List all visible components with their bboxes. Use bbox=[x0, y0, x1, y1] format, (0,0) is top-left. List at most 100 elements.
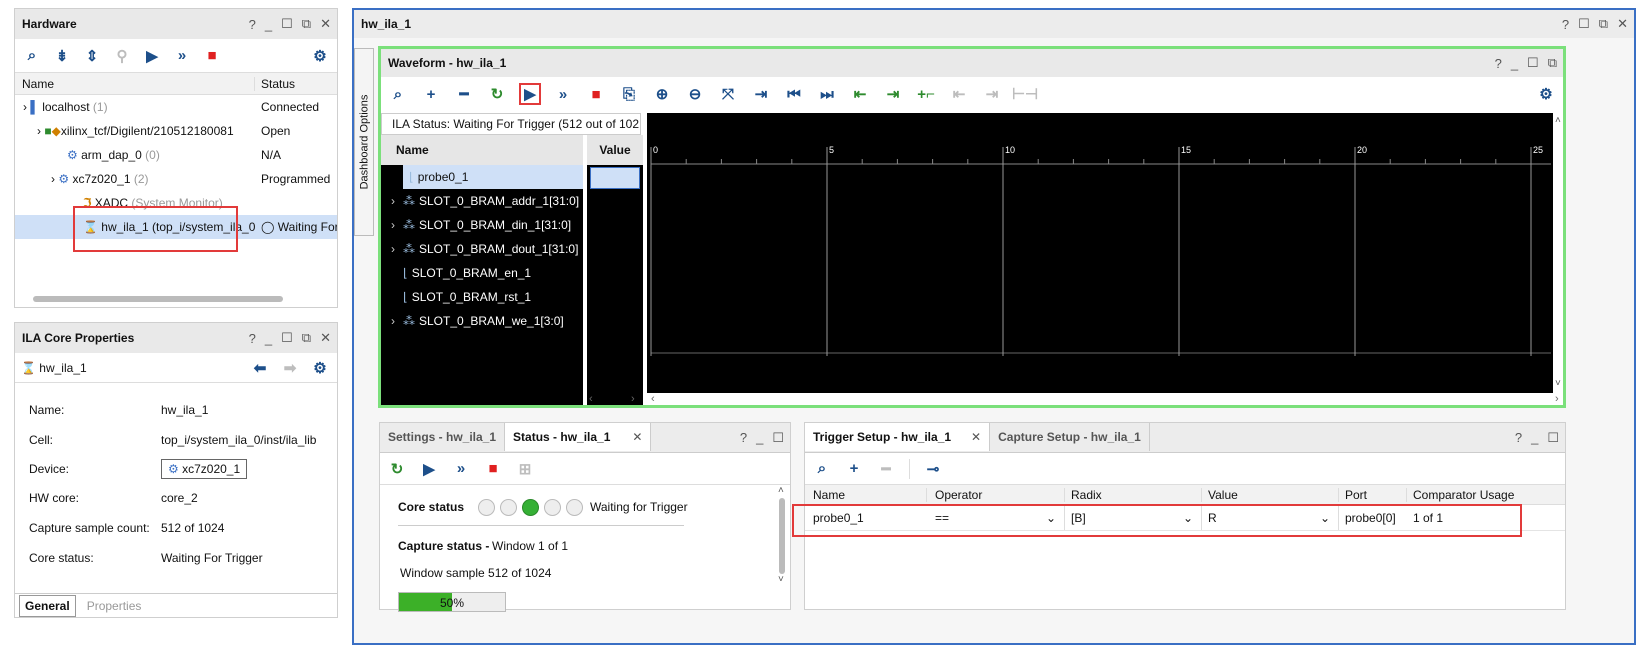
tab-trigger-setup[interactable]: Trigger Setup - hw_ila_1 ✕ bbox=[805, 423, 991, 451]
zoom-out-icon[interactable]: ⊖ bbox=[686, 85, 704, 103]
waveform-canvas[interactable]: 0 5 10 15 20 25 bbox=[647, 113, 1553, 393]
close-tab-icon[interactable]: ✕ bbox=[971, 430, 981, 444]
previous-transition-icon[interactable]: ⇤ bbox=[851, 85, 869, 103]
run-immediate-icon[interactable]: » bbox=[554, 85, 572, 103]
trigger-at-startup-icon[interactable]: ⊞ bbox=[516, 460, 534, 478]
signal-row[interactable]: › ⁂ SLOT_0_BRAM_we_1[3:0] bbox=[381, 309, 583, 333]
minimize-icon[interactable]: _ bbox=[1511, 56, 1518, 71]
stop-icon[interactable]: ■ bbox=[587, 85, 605, 103]
remove-probe-icon[interactable]: ━ bbox=[877, 460, 895, 478]
tab-status[interactable]: Status - hw_ila_1 ✕ bbox=[505, 423, 652, 451]
trigger-condition-icon[interactable]: ⊸ bbox=[924, 460, 942, 478]
gear-icon[interactable]: ⚙ bbox=[311, 47, 329, 65]
tick-label: 5 bbox=[829, 145, 834, 155]
maximize-icon[interactable]: ☐ bbox=[772, 430, 784, 446]
stop-icon[interactable]: ■ bbox=[203, 47, 221, 65]
add-icon[interactable]: + bbox=[422, 85, 440, 103]
help-icon[interactable]: ? bbox=[1562, 17, 1569, 32]
capture-progress: 50% bbox=[398, 592, 506, 612]
run-trigger-icon[interactable]: ▶ bbox=[519, 83, 541, 105]
expand-all-icon[interactable]: ⇕ bbox=[83, 47, 101, 65]
close-icon[interactable]: ✕ bbox=[320, 16, 331, 32]
goto-end-icon[interactable]: ⏭ bbox=[818, 85, 836, 103]
goto-start-icon[interactable]: ⏮ bbox=[785, 85, 803, 103]
float-icon[interactable]: ⧉ bbox=[302, 16, 311, 32]
next-transition-icon[interactable]: ⇥ bbox=[884, 85, 902, 103]
prop-sample-row: Capture sample count: 512 of 1024 bbox=[29, 521, 225, 535]
search-icon[interactable]: ⌕ bbox=[813, 460, 831, 478]
minimize-icon[interactable]: _ bbox=[265, 331, 272, 346]
v-scrollbar[interactable]: ˄ ˅ bbox=[1555, 113, 1565, 393]
collapse-all-icon[interactable]: ⇟ bbox=[53, 47, 71, 65]
signal-row[interactable]: › ⁂ SLOT_0_BRAM_dout_1[31:0] bbox=[381, 237, 583, 261]
minimize-icon[interactable]: _ bbox=[1531, 430, 1538, 445]
h-scrollbar[interactable] bbox=[25, 295, 325, 303]
minimize-icon[interactable]: _ bbox=[265, 17, 272, 32]
run-immediate-icon[interactable]: » bbox=[452, 460, 470, 478]
float-icon[interactable]: ⧉ bbox=[1548, 55, 1557, 71]
stop-icon[interactable]: ■ bbox=[484, 460, 502, 478]
tab-settings[interactable]: Settings - hw_ila_1 bbox=[380, 423, 506, 451]
auto-retrigger-icon[interactable]: ↻ bbox=[488, 85, 506, 103]
signal-row[interactable]: ⌊ SLOT_0_BRAM_en_1 bbox=[381, 261, 583, 285]
export-icon[interactable]: ⎘ bbox=[620, 85, 638, 103]
signal-row[interactable]: › ⁂ SLOT_0_BRAM_din_1[31:0] bbox=[381, 213, 583, 237]
tree-row-arm-dap[interactable]: ⚙ arm_dap_0 (0) N/A bbox=[15, 143, 337, 167]
signal-row[interactable]: ⌊ SLOT_0_BRAM_rst_1 bbox=[381, 285, 583, 309]
search-icon[interactable]: ⌕ bbox=[389, 85, 407, 103]
tab-properties[interactable]: Properties bbox=[82, 596, 147, 616]
search-icon[interactable]: ⌕ bbox=[23, 47, 41, 65]
goto-cursor-icon[interactable]: ⇥ bbox=[752, 85, 770, 103]
gear-icon[interactable]: ⚙ bbox=[1537, 85, 1555, 103]
maximize-icon[interactable]: ☐ bbox=[1547, 430, 1559, 446]
bus-icon: ⁂ bbox=[403, 314, 415, 328]
gear-icon[interactable]: ⚙ bbox=[311, 359, 329, 377]
run-trigger-icon[interactable]: ▶ bbox=[420, 460, 438, 478]
minimize-icon[interactable]: _ bbox=[756, 430, 763, 445]
help-icon[interactable]: ? bbox=[740, 430, 747, 445]
tab-general[interactable]: General bbox=[19, 594, 76, 617]
maximize-icon[interactable]: ☐ bbox=[1527, 55, 1539, 71]
forward-arrow-icon[interactable]: ➡ bbox=[281, 359, 299, 377]
signal-row[interactable]: › ⁂ SLOT_0_BRAM_addr_1[31:0] bbox=[381, 189, 583, 213]
run-trigger-icon[interactable]: ▶ bbox=[143, 47, 161, 65]
maximize-icon[interactable]: ☐ bbox=[281, 16, 293, 32]
float-icon[interactable]: ⧉ bbox=[1599, 16, 1608, 32]
tree-row-localhost[interactable]: › ▌ localhost (1) Connected bbox=[15, 95, 337, 119]
help-icon[interactable]: ? bbox=[249, 17, 256, 32]
add-marker-icon[interactable]: +⌐ bbox=[917, 85, 935, 103]
previous-marker-icon[interactable]: ⇤ bbox=[950, 85, 968, 103]
add-probe-icon[interactable]: + bbox=[845, 460, 863, 478]
bus-icon: ⁂ bbox=[403, 218, 415, 232]
swap-cursors-icon[interactable]: ⊢⊣ bbox=[1012, 85, 1038, 103]
close-icon[interactable]: ✕ bbox=[1617, 16, 1628, 32]
zoom-fit-icon[interactable]: ⤧ bbox=[719, 85, 737, 103]
prop-cell-row: Cell: top_i/system_ila_0/inst/ila_lib bbox=[29, 433, 317, 447]
help-icon[interactable]: ? bbox=[1495, 56, 1502, 71]
maximize-icon[interactable]: ☐ bbox=[281, 330, 293, 346]
float-icon[interactable]: ⧉ bbox=[302, 330, 311, 346]
status-v-scrollbar[interactable]: ˄ ˅ bbox=[778, 485, 788, 609]
tree-row-device[interactable]: › ⚙ xc7z020_1 (2) Programmed bbox=[15, 167, 337, 191]
back-arrow-icon[interactable]: ⬅ bbox=[251, 359, 269, 377]
signal-row[interactable]: ⌊ probe0_1 bbox=[403, 165, 583, 189]
run-immediate-icon[interactable]: » bbox=[173, 47, 191, 65]
next-marker-icon[interactable]: ⇥ bbox=[983, 85, 1001, 103]
signal-name: SLOT_0_BRAM_addr_1[31:0] bbox=[419, 194, 580, 208]
bus-icon: ⁂ bbox=[403, 242, 415, 256]
dashboard-options-tab[interactable]: Dashboard Options bbox=[354, 48, 374, 236]
tree-row-tcf[interactable]: › ■◆xilinx_tcf/Digilent/210512180081 Open bbox=[15, 119, 337, 143]
waveform-hscroll[interactable]: ‹ › ‹ › bbox=[381, 393, 1565, 405]
close-icon[interactable]: ✕ bbox=[320, 330, 331, 346]
restore-icon[interactable]: ☐ bbox=[1578, 16, 1590, 32]
prop-name-row: Name: hw_ila_1 bbox=[29, 403, 209, 417]
help-icon[interactable]: ? bbox=[249, 331, 256, 346]
remove-icon[interactable]: ━ bbox=[455, 85, 473, 103]
close-tab-icon[interactable]: ✕ bbox=[632, 430, 642, 444]
auto-connect-icon[interactable]: ⚲ bbox=[113, 47, 131, 65]
zoom-in-icon[interactable]: ⊕ bbox=[653, 85, 671, 103]
auto-retrigger-icon[interactable]: ↻ bbox=[388, 460, 406, 478]
help-icon[interactable]: ? bbox=[1515, 430, 1522, 445]
device-link[interactable]: ⚙ xc7z020_1 bbox=[161, 459, 248, 479]
tab-capture-setup[interactable]: Capture Setup - hw_ila_1 bbox=[990, 423, 1150, 451]
